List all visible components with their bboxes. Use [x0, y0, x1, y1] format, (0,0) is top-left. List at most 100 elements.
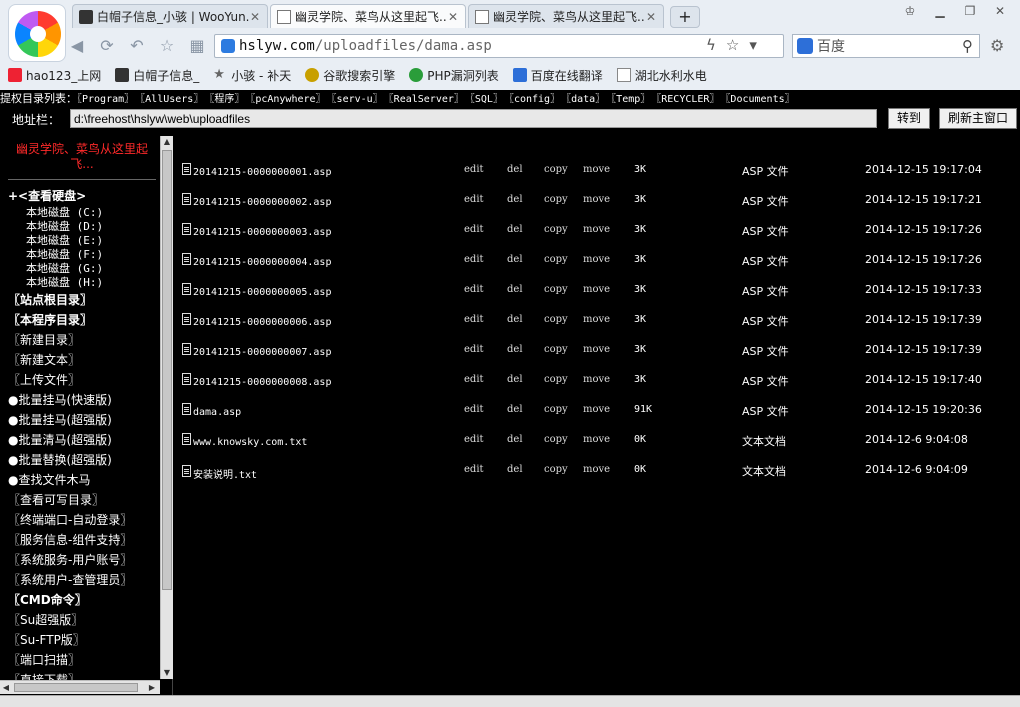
file-move-link[interactable]: move: [583, 284, 610, 295]
file-move-link[interactable]: move: [583, 344, 610, 355]
side-menu-item[interactable]: 〖系统用户-查管理员〗: [8, 570, 158, 590]
file-edit-link[interactable]: edit: [464, 224, 484, 235]
bookmark-item[interactable]: hao123_上网: [8, 67, 101, 84]
side-menu-item[interactable]: ●批量替换(超强版): [8, 450, 158, 470]
privilege-dir-link[interactable]: 〖SQL〗: [470, 94, 503, 105]
side-menu-item[interactable]: 〖端口扫描〗: [8, 650, 158, 670]
file-copy-link[interactable]: copy: [544, 284, 568, 295]
file-edit-link[interactable]: edit: [464, 404, 484, 415]
url-bar[interactable]: hslyw.com/uploadfiles/dama.asp: [214, 34, 784, 58]
bookmark-item[interactable]: 湖北水利水电: [616, 67, 707, 84]
left-vertical-scrollbar[interactable]: ▲ ▼: [160, 136, 173, 679]
drives-header[interactable]: +<查看硬盘>: [8, 186, 158, 206]
close-icon[interactable]: ✕: [447, 10, 459, 24]
refresh-main-button[interactable]: 刷新主窗口: [939, 108, 1018, 129]
left-horizontal-scrollbar[interactable]: ◀ ▶: [0, 680, 160, 694]
side-menu-item[interactable]: 〖终端端口-自动登录〗: [8, 510, 158, 530]
file-copy-link[interactable]: copy: [544, 374, 568, 385]
file-edit-link[interactable]: edit: [464, 434, 484, 445]
file-edit-link[interactable]: edit: [464, 194, 484, 205]
file-move-link[interactable]: move: [583, 224, 610, 235]
file-del-link[interactable]: del: [507, 314, 523, 325]
tab-wooyun[interactable]: 白帽子信息_小骇 | WooYun.org ✕: [72, 4, 268, 28]
new-tab-button[interactable]: +: [670, 6, 700, 28]
file-name-link[interactable]: 20141215-0000000006.asp: [182, 313, 331, 328]
file-copy-link[interactable]: copy: [544, 164, 568, 175]
file-del-link[interactable]: del: [507, 404, 523, 415]
drive-link[interactable]: 本地磁盘 (D:): [8, 220, 158, 234]
tab-active[interactable]: 幽灵学院、菜鸟从这里起飞... ✕: [270, 4, 466, 28]
bookmark-star-icon[interactable]: ☆: [726, 36, 739, 54]
drive-link[interactable]: 本地磁盘 (C:): [8, 206, 158, 220]
file-edit-link[interactable]: edit: [464, 374, 484, 385]
minimize-icon[interactable]: ▁: [928, 2, 952, 20]
privilege-dir-link[interactable]: 〖config〗: [509, 94, 560, 105]
side-menu-item[interactable]: 〖Su-FTP版〗: [8, 630, 158, 650]
forward-icon[interactable]: ⟳: [96, 35, 118, 57]
file-edit-link[interactable]: edit: [464, 464, 484, 475]
privilege-dir-link[interactable]: 〖RECYCLER〗: [656, 94, 719, 105]
scrollbar-thumb[interactable]: [14, 683, 138, 692]
file-copy-link[interactable]: copy: [544, 254, 568, 265]
lightning-icon[interactable]: ϟ: [706, 36, 716, 54]
file-move-link[interactable]: move: [583, 404, 610, 415]
drive-link[interactable]: 本地磁盘 (F:): [8, 248, 158, 262]
site-name[interactable]: 幽灵学院、菜鸟从这里起飞...: [8, 142, 156, 178]
scrollbar-thumb[interactable]: [162, 150, 172, 590]
bookmark-item[interactable]: 谷歌搜索引擎: [305, 67, 395, 84]
privilege-dir-link[interactable]: 〖Program〗: [77, 94, 134, 105]
file-name-link[interactable]: 20141215-0000000007.asp: [182, 343, 331, 358]
privilege-dir-link[interactable]: 〖AllUsers〗: [140, 94, 203, 105]
file-del-link[interactable]: del: [507, 434, 523, 445]
search-box[interactable]: 百度 ⚲: [792, 34, 980, 58]
side-menu-item[interactable]: 〖站点根目录〗: [8, 290, 158, 310]
side-menu-item[interactable]: ●批量清马(超强版): [8, 430, 158, 450]
file-copy-link[interactable]: copy: [544, 434, 568, 445]
file-move-link[interactable]: move: [583, 374, 610, 385]
restore-icon[interactable]: ❐: [958, 2, 982, 20]
file-name-link[interactable]: dama.asp: [182, 403, 241, 418]
file-copy-link[interactable]: copy: [544, 194, 568, 205]
bookmark-item[interactable]: ★ 小骇 - 补天: [213, 67, 291, 84]
scroll-down-icon[interactable]: ▼: [162, 667, 172, 679]
file-move-link[interactable]: move: [583, 464, 610, 475]
go-button[interactable]: 转到: [888, 108, 931, 129]
file-move-link[interactable]: move: [583, 194, 610, 205]
tab-third[interactable]: 幽灵学院、菜鸟从这里起飞... ✕: [468, 4, 664, 28]
file-move-link[interactable]: move: [583, 314, 610, 325]
file-copy-link[interactable]: copy: [544, 404, 568, 415]
side-menu-item[interactable]: 〖新建文本〗: [8, 350, 158, 370]
side-menu-item[interactable]: 〖本程序目录〗: [8, 310, 158, 330]
side-menu-item[interactable]: 〖查看可写目录〗: [8, 490, 158, 510]
privilege-dir-link[interactable]: 〖Temp〗: [611, 94, 650, 105]
privilege-dir-link[interactable]: 〖RealServer〗: [389, 94, 464, 105]
file-del-link[interactable]: del: [507, 254, 523, 265]
drive-link[interactable]: 本地磁盘 (G:): [8, 262, 158, 276]
file-edit-link[interactable]: edit: [464, 314, 484, 325]
side-menu-item[interactable]: 〖CMD命令〗: [8, 590, 158, 610]
close-icon[interactable]: ✕: [645, 10, 657, 24]
file-name-link[interactable]: www.knowsky.com.txt: [182, 433, 307, 448]
file-move-link[interactable]: move: [583, 164, 610, 175]
close-icon[interactable]: ✕: [249, 10, 261, 24]
privilege-dir-link[interactable]: 〖pcAnywhere〗: [250, 94, 325, 105]
search-icon[interactable]: ⚲: [962, 37, 973, 55]
file-del-link[interactable]: del: [507, 464, 523, 475]
close-window-icon[interactable]: ✕: [988, 2, 1012, 20]
file-edit-link[interactable]: edit: [464, 284, 484, 295]
side-menu-item[interactable]: 〖服务信息-组件支持〗: [8, 530, 158, 550]
settings-wrench-icon[interactable]: ⚙: [990, 36, 1004, 55]
file-del-link[interactable]: del: [507, 194, 523, 205]
file-name-link[interactable]: 20141215-0000000002.asp: [182, 193, 331, 208]
file-name-link[interactable]: 20141215-0000000008.asp: [182, 373, 331, 388]
bottom-scrollbar[interactable]: [0, 695, 1020, 707]
side-menu-item[interactable]: ●批量挂马(快速版): [8, 390, 158, 410]
file-name-link[interactable]: 20141215-0000000004.asp: [182, 253, 331, 268]
drive-link[interactable]: 本地磁盘 (H:): [8, 276, 158, 290]
file-copy-link[interactable]: copy: [544, 344, 568, 355]
scroll-right-icon[interactable]: ▶: [146, 681, 158, 694]
privilege-dir-link[interactable]: 〖serv-u〗: [332, 94, 383, 105]
favorite-star-icon[interactable]: ☆: [156, 35, 178, 57]
privilege-dir-link[interactable]: 〖程序〗: [209, 94, 244, 105]
file-copy-link[interactable]: copy: [544, 464, 568, 475]
